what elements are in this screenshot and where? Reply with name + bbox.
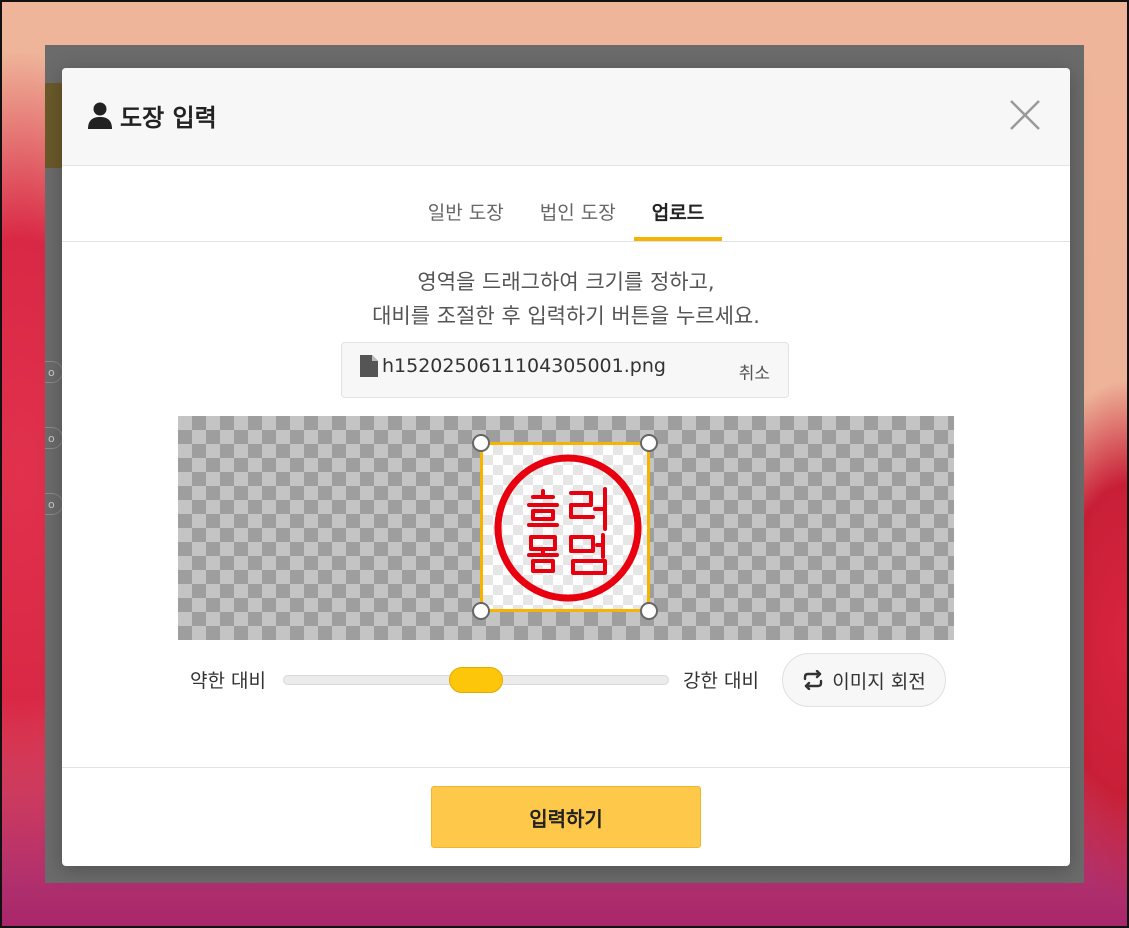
crop-handle-top-left[interactable]: [472, 434, 490, 452]
modal-header: 도장 입력: [62, 68, 1070, 166]
tab-upload[interactable]: 업로드: [633, 166, 723, 241]
user-icon: [88, 102, 112, 130]
modal-title-text: 도장 입력: [120, 104, 217, 132]
file-icon: [360, 355, 378, 377]
background-pill: o: [45, 493, 63, 515]
background-pill: o: [45, 361, 63, 383]
crop-handle-top-right[interactable]: [640, 434, 658, 452]
contrast-high-label: 강한 대비: [683, 670, 759, 692]
submit-button[interactable]: 입력하기: [431, 786, 701, 848]
contrast-control: 약한 대비 강한 대비 이미지 회전: [190, 653, 950, 709]
instructions: 영역을 드래그하여 크기를 정하고, 대비를 조절한 후 입력하기 버튼을 누르…: [62, 265, 1070, 333]
close-icon: [1010, 100, 1040, 130]
tab-bar: 일반 도장 법인 도장 업로드: [62, 166, 1070, 242]
modal-title: 도장 입력: [88, 98, 217, 133]
background-strip: [45, 83, 63, 168]
seal-input-modal: 도장 입력 일반 도장 법인 도장 업로드 영역을 드래그하여 크기를 정하고,…: [62, 68, 1070, 866]
seal-image: [494, 454, 642, 602]
contrast-slider-thumb[interactable]: [449, 667, 503, 693]
crop-handle-bottom-right[interactable]: [640, 602, 658, 620]
instructions-line-2: 대비를 조절한 후 입력하기 버튼을 누르세요.: [372, 304, 760, 328]
tab-general-seal[interactable]: 일반 도장: [410, 166, 522, 241]
rotate-image-label: 이미지 회전: [832, 670, 926, 693]
crop-area[interactable]: [472, 434, 658, 620]
modal-footer: 입력하기: [62, 767, 1070, 866]
contrast-low-label: 약한 대비: [190, 670, 266, 692]
file-cancel-button[interactable]: 취소: [739, 359, 770, 384]
contrast-slider[interactable]: [283, 667, 669, 693]
background-pill: o: [45, 427, 63, 449]
tab-corporate-seal[interactable]: 법인 도장: [522, 166, 634, 241]
file-info-box: h1520250611104305001.png 취소: [341, 342, 789, 398]
rotate-image-button[interactable]: 이미지 회전: [782, 653, 946, 707]
close-button[interactable]: [1008, 98, 1042, 132]
instructions-line-1: 영역을 드래그하여 크기를 정하고,: [417, 270, 715, 294]
file-name: h1520250611104305001.png: [382, 355, 666, 377]
image-crop-canvas[interactable]: [178, 416, 954, 640]
crop-handle-bottom-left[interactable]: [472, 602, 490, 620]
rotate-icon: [804, 670, 823, 690]
